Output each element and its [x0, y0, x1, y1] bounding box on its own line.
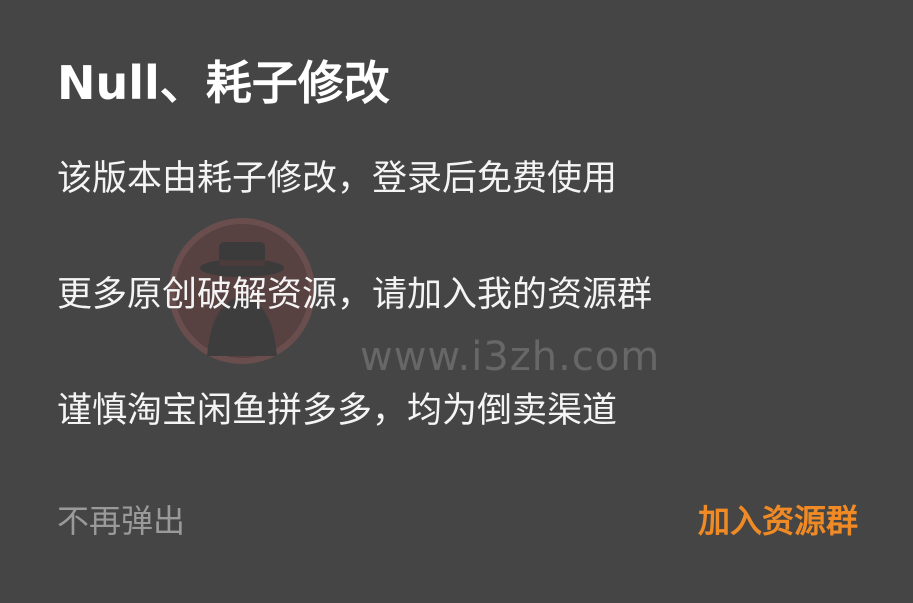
watermark-text: www.i3zh.com: [360, 334, 661, 380]
dialog-message-3: 谨慎淘宝闲鱼拼多多，均为倒卖渠道: [57, 391, 618, 431]
dont-show-again-button[interactable]: 不再弹出: [57, 502, 185, 540]
dialog-title: Null、耗子修改: [57, 56, 390, 110]
dialog-message-2: 更多原创破解资源，请加入我的资源群: [57, 275, 653, 315]
popup-dialog: www.i3zh.com Null、耗子修改 该版本由耗子修改，登录后免费使用 …: [0, 0, 913, 603]
join-resource-group-button[interactable]: 加入资源群: [698, 502, 858, 540]
dialog-message-1: 该版本由耗子修改，登录后免费使用: [57, 159, 618, 199]
